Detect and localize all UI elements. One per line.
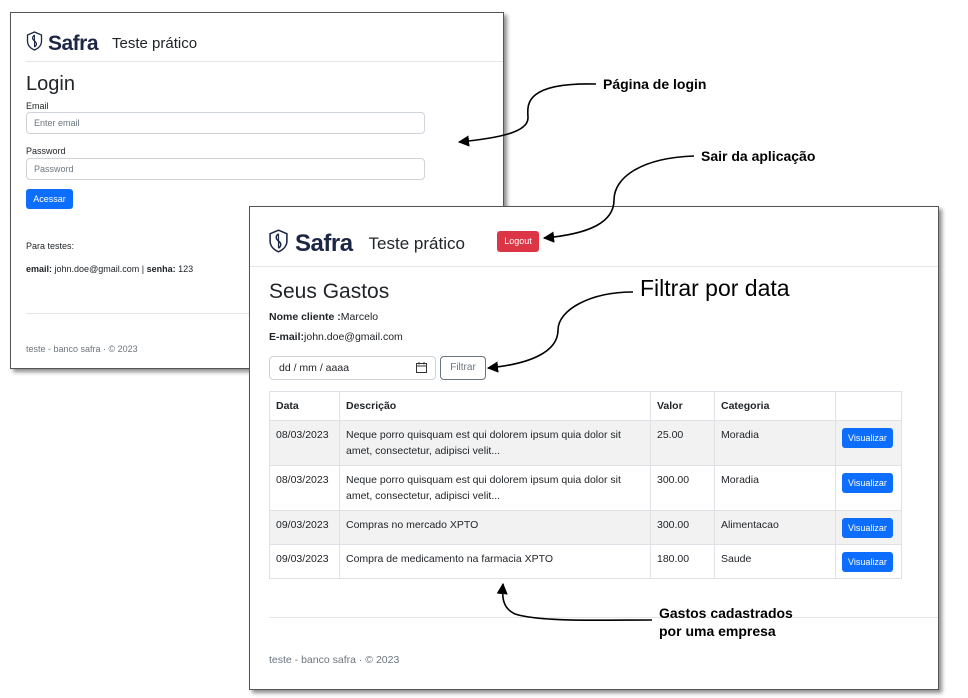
- footer: teste - banco safra · © 2023: [269, 654, 400, 666]
- cell-descricao: Compra de medicamento na farmacia XPTO: [339, 544, 651, 579]
- table-row: 08/03/2023 Neque porro quisquam est qui …: [269, 420, 902, 466]
- brand[interactable]: Safra Teste prático: [268, 229, 465, 258]
- annotation-expenses-line1: Gastos cadastrados: [659, 605, 793, 621]
- footer-divider: [269, 617, 938, 618]
- expenses-window: Safra Teste prático Logout Seus Gastos N…: [249, 206, 939, 690]
- brand-name: Safra: [295, 229, 353, 257]
- col-header-actions: [835, 391, 902, 421]
- test-credentials: email: john.doe@gmail.com | senha: 123: [26, 264, 193, 274]
- cell-actions: Visualizar: [835, 510, 902, 545]
- creds-email-label: email:: [26, 264, 53, 274]
- table-row: 09/03/2023 Compra de medicamento na farm…: [269, 544, 902, 579]
- cell-valor: 25.00: [650, 420, 715, 466]
- view-button[interactable]: Visualizar: [842, 552, 893, 572]
- client-email: E-mail:john.doe@gmail.com: [269, 331, 403, 343]
- cell-categoria: Moradia: [714, 465, 836, 511]
- app-name: Teste prático: [112, 35, 198, 52]
- cell-categoria: Alimentacao: [714, 510, 836, 545]
- annotation-filter: Filtrar por data: [640, 275, 790, 301]
- brand[interactable]: Safra Teste prático: [26, 31, 197, 56]
- calendar-icon[interactable]: [416, 362, 427, 376]
- table-row: 08/03/2023 Neque porro quisquam est qui …: [269, 465, 902, 511]
- view-button[interactable]: Visualizar: [842, 428, 893, 448]
- date-placeholder: dd / mm / aaaa: [279, 362, 350, 374]
- date-filter-input[interactable]: dd / mm / aaaa: [269, 356, 436, 380]
- client-name-value: Marcelo: [340, 311, 379, 323]
- expenses-table: Data Descrição Valor Categoria 08/03/202…: [269, 391, 902, 579]
- client-email-value: john.doe@gmail.com: [304, 331, 403, 343]
- email-field[interactable]: Enter email: [26, 112, 425, 134]
- cell-valor: 300.00: [650, 510, 715, 545]
- page-title: Login: [26, 73, 75, 95]
- col-header-data: Data: [269, 391, 340, 421]
- cell-descricao: Compras no mercado XPTO: [339, 510, 651, 545]
- cell-categoria: Moradia: [714, 420, 836, 466]
- creds-separator: |: [141, 264, 145, 274]
- col-header-descricao: Descrição: [339, 391, 651, 421]
- password-field[interactable]: Password: [26, 158, 425, 180]
- page-title: Seus Gastos: [269, 280, 390, 303]
- annotation-expenses-line2: por uma empresa: [659, 623, 776, 639]
- cell-categoria: Saude: [714, 544, 836, 579]
- client-name-label: Nome cliente :: [269, 311, 341, 323]
- cell-data: 09/03/2023: [269, 544, 340, 579]
- view-button[interactable]: Visualizar: [842, 518, 893, 538]
- cell-data: 08/03/2023: [269, 465, 340, 511]
- annotation-logout: Sair da aplicação: [701, 148, 816, 164]
- login-button[interactable]: Acessar: [26, 189, 73, 209]
- cell-valor: 300.00: [650, 465, 715, 511]
- filter-button[interactable]: Filtrar: [440, 356, 486, 380]
- test-note: Para testes:: [26, 241, 75, 251]
- logout-button[interactable]: Logout: [497, 231, 539, 252]
- col-header-valor: Valor: [650, 391, 715, 421]
- creds-password-value: 123: [178, 264, 194, 274]
- col-header-categoria: Categoria: [714, 391, 836, 421]
- creds-email-value: john.doe@gmail.com: [54, 264, 140, 274]
- view-button[interactable]: Visualizar: [842, 473, 893, 493]
- table-header-row: Data Descrição Valor Categoria: [269, 391, 902, 421]
- cell-actions: Visualizar: [835, 465, 902, 511]
- header-divider: [250, 266, 938, 267]
- cell-data: 09/03/2023: [269, 510, 340, 545]
- password-label: Password: [26, 146, 66, 156]
- cell-descricao: Neque porro quisquam est qui dolorem ips…: [339, 420, 651, 466]
- client-name: Nome cliente :Marcelo: [269, 311, 378, 323]
- table-row: 09/03/2023 Compras no mercado XPTO 300.0…: [269, 510, 902, 545]
- creds-password-label: senha:: [146, 264, 176, 274]
- footer: teste - banco safra · © 2023: [26, 344, 138, 354]
- safra-logo-icon: [268, 229, 289, 258]
- cell-actions: Visualizar: [835, 420, 902, 466]
- safra-logo-icon: [26, 31, 43, 56]
- email-label: Email: [26, 101, 49, 111]
- brand-name: Safra: [48, 31, 99, 55]
- header-divider: [26, 61, 503, 62]
- cell-actions: Visualizar: [835, 544, 902, 579]
- annotation-login-page: Página de login: [603, 76, 707, 92]
- app-name: Teste prático: [368, 233, 465, 253]
- client-email-label: E-mail:: [269, 331, 305, 343]
- cell-valor: 180.00: [650, 544, 715, 579]
- cell-descricao: Neque porro quisquam est qui dolorem ips…: [339, 465, 651, 511]
- cell-data: 08/03/2023: [269, 420, 340, 466]
